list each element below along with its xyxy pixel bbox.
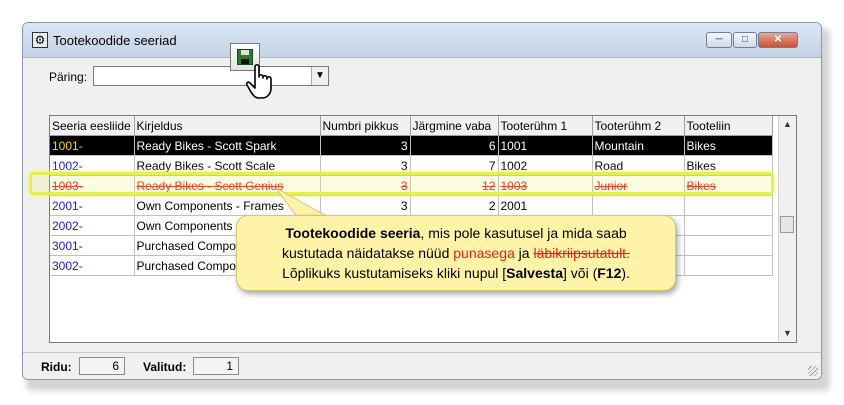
title-bar[interactable]: ⚙ Tootekoodide seeriad ─ □ ✕ bbox=[23, 23, 821, 58]
col-header-prefix[interactable]: Seeria eesliide bbox=[50, 116, 135, 136]
empty-cell bbox=[50, 276, 134, 296]
cell-group1[interactable]: 1001 bbox=[498, 135, 593, 156]
cell-group2[interactable]: Mountain bbox=[592, 135, 685, 156]
empty-cell bbox=[410, 314, 498, 333]
hand-pointer-icon bbox=[245, 63, 272, 99]
cell-group1[interactable]: 2001 bbox=[498, 195, 593, 216]
selected-count: 1 bbox=[193, 357, 239, 375]
cell-description[interactable]: Ready Bikes - Scott Spark bbox=[134, 135, 321, 156]
callout-text-2: kustutada näidatakse nüüd bbox=[282, 245, 454, 261]
empty-cell bbox=[50, 295, 134, 314]
col-header-description[interactable]: Kirjeldus bbox=[134, 116, 321, 136]
callout-text-6: ). bbox=[621, 265, 630, 281]
empty-row bbox=[50, 295, 772, 314]
empty-cell bbox=[134, 295, 320, 314]
scroll-thumb[interactable] bbox=[780, 216, 794, 233]
app-window-icon: ⚙ bbox=[32, 32, 48, 48]
empty-cell bbox=[684, 314, 772, 333]
empty-cell bbox=[320, 295, 410, 314]
empty-cell bbox=[410, 295, 498, 314]
col-header-group1[interactable]: Tooterühm 1 bbox=[498, 116, 593, 136]
minimize-button[interactable]: ─ bbox=[706, 32, 732, 48]
col-header-group2[interactable]: Tooterühm 2 bbox=[592, 116, 685, 136]
chevron-down-icon[interactable]: ▼ bbox=[311, 67, 328, 85]
table-row[interactable]: 1001- Ready Bikes - Scott Spark 3 6 1001 Moun… bbox=[50, 135, 773, 156]
main-window: ⚙ Tootekoodide seeriad ─ □ ✕ Päring: ▼ S… bbox=[22, 22, 822, 380]
callout-text-5: ] või ( bbox=[563, 265, 598, 281]
callout-save-word: Salvesta bbox=[506, 265, 563, 281]
empty-cell bbox=[684, 295, 772, 314]
callout-key: F12 bbox=[597, 265, 622, 281]
cell-prefix[interactable]: 2001- bbox=[50, 195, 135, 216]
callout-line-1: Tootekoodide seeria, mis pole kasutusel … bbox=[237, 223, 675, 243]
empty-cell bbox=[134, 314, 320, 333]
cell-group2[interactable] bbox=[592, 195, 685, 216]
cell-prefix[interactable]: 1001- bbox=[50, 135, 135, 156]
col-header-product-line[interactable]: Tooteliin bbox=[684, 116, 773, 136]
header-row: Seeria eesliide Kirjeldus Numbri pikkus … bbox=[50, 116, 773, 136]
empty-cell bbox=[498, 295, 592, 314]
callout-strike-word: läbikriipsutatult. bbox=[533, 245, 630, 261]
empty-cell bbox=[498, 314, 592, 333]
callout-line-3: Lõplikuks kustutamiseks kliki nupul [Sal… bbox=[237, 263, 675, 283]
cell-product-line[interactable]: Bikes bbox=[684, 135, 773, 156]
vertical-scrollbar[interactable]: ▲ ▼ bbox=[778, 116, 796, 342]
cell-next-free[interactable]: 2 bbox=[410, 195, 499, 216]
query-dropdown[interactable]: ▼ bbox=[93, 66, 329, 86]
col-header-next-free[interactable]: Järgmine vaba bbox=[410, 116, 499, 136]
rows-label: Ridu: bbox=[41, 360, 72, 374]
callout-text-1: , mis pole kasutusel ja mida saab bbox=[420, 225, 627, 241]
cell-product-line[interactable] bbox=[684, 255, 773, 276]
cell-number-length[interactable]: 3 bbox=[320, 135, 411, 156]
empty-row bbox=[50, 314, 772, 333]
cell-next-free[interactable]: 6 bbox=[410, 135, 499, 156]
info-callout: Tootekoodide seeria, mis pole kasutusel … bbox=[236, 215, 676, 291]
cell-product-line[interactable] bbox=[684, 215, 773, 236]
empty-cell bbox=[592, 314, 684, 333]
callout-bold-lead: Tootekoodide seeria bbox=[285, 225, 421, 241]
close-button[interactable]: ✕ bbox=[758, 32, 798, 48]
cell-product-line[interactable] bbox=[684, 195, 773, 216]
selected-label: Valitud: bbox=[143, 360, 187, 374]
query-label: Päring: bbox=[49, 70, 88, 84]
window-title: Tootekoodide seeriad bbox=[53, 33, 177, 48]
cell-prefix[interactable]: 3002- bbox=[50, 255, 135, 276]
callout-text-3: ja bbox=[514, 245, 534, 261]
empty-cell bbox=[684, 276, 772, 296]
callout-line-2: kustutada näidatakse nüüd punasega ja lä… bbox=[237, 243, 675, 263]
rows-count: 6 bbox=[79, 357, 125, 375]
resize-grip-icon[interactable] bbox=[808, 366, 818, 376]
deleted-row-highlight bbox=[29, 172, 774, 195]
empty-cell bbox=[592, 295, 684, 314]
callout-red-word: punasega bbox=[453, 245, 515, 261]
cell-prefix[interactable]: 2002- bbox=[50, 215, 135, 236]
status-bar: Ridu: 6 Valitud: 1 bbox=[23, 352, 821, 379]
table-row[interactable]: 2001- Own Components - Frames 3 2 2001 bbox=[50, 195, 773, 216]
scroll-down-icon[interactable]: ▼ bbox=[779, 325, 796, 342]
empty-cell bbox=[50, 314, 134, 333]
cell-number-length[interactable]: 3 bbox=[320, 195, 411, 216]
maximize-button[interactable]: □ bbox=[733, 32, 757, 48]
empty-cell bbox=[320, 314, 410, 333]
col-header-number-length[interactable]: Numbri pikkus bbox=[320, 116, 411, 136]
cell-prefix[interactable]: 3001- bbox=[50, 235, 135, 256]
cell-product-line[interactable] bbox=[684, 235, 773, 256]
scroll-up-icon[interactable]: ▲ bbox=[779, 116, 796, 133]
callout-text-4: Lõplikuks kustutamiseks kliki nupul [ bbox=[282, 265, 507, 281]
